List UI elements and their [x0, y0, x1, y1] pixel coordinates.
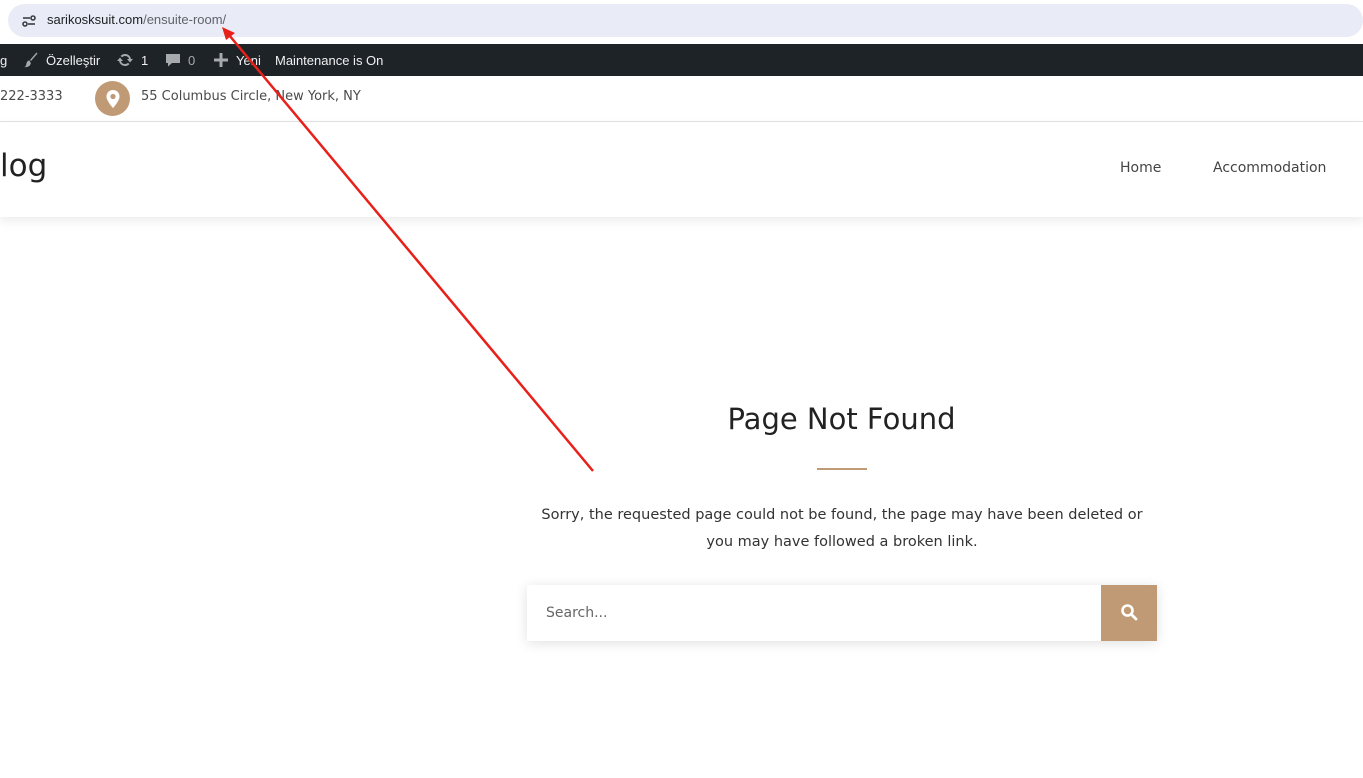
search-button[interactable] — [1101, 585, 1157, 641]
admin-comments[interactable]: 0 — [164, 44, 195, 76]
browser-address-bar: sarikosksuit.com/ensuite-room/ — [0, 0, 1363, 44]
brush-icon — [22, 51, 40, 69]
new-label: Yeni — [236, 52, 261, 68]
url-text: sarikosksuit.com/ensuite-room/ — [47, 12, 226, 27]
site-header: log Home Accommodation — [0, 122, 1363, 217]
updates-count: 1 — [141, 52, 149, 68]
admin-new[interactable]: Yeni — [212, 44, 261, 76]
admin-bar-partial-item[interactable]: g — [0, 44, 7, 76]
admin-maintenance[interactable]: Maintenance is On — [275, 44, 383, 76]
wp-admin-bar: g Özelleştir 1 0 Yeni Maintenance is On — [0, 44, 1363, 76]
not-found-message: Sorry, the requested page could not be f… — [541, 507, 1143, 550]
search-input[interactable] — [527, 585, 1101, 641]
updates-icon — [115, 51, 135, 69]
address-text: 55 Columbus Circle, New York, NY — [141, 89, 361, 104]
url-field[interactable]: sarikosksuit.com/ensuite-room/ — [8, 4, 1363, 37]
title-divider — [817, 468, 867, 470]
phone-number: 222-3333 — [0, 89, 63, 104]
comment-icon — [164, 51, 182, 69]
admin-bar-partial-label: g — [0, 52, 8, 68]
admin-updates[interactable]: 1 — [115, 44, 148, 76]
url-domain: sarikosksuit.com — [47, 12, 144, 27]
customize-label: Özelleştir — [46, 52, 101, 68]
search-icon — [1120, 603, 1138, 624]
admin-customize[interactable]: Özelleştir — [22, 44, 100, 76]
comments-count: 0 — [188, 52, 196, 68]
url-path: /ensuite-room/ — [143, 12, 227, 27]
plus-icon — [212, 51, 230, 69]
search-form — [527, 585, 1157, 641]
maintenance-label: Maintenance is On — [275, 52, 384, 68]
nav-accommodation[interactable]: Accommodation — [1213, 160, 1326, 176]
location-pin-icon — [95, 81, 130, 116]
site-logo[interactable]: log — [0, 148, 47, 184]
top-contact-bar: 222-3333 55 Columbus Circle, New York, N… — [0, 76, 1363, 122]
page-title: Page Not Found — [727, 402, 956, 436]
site-info-icon[interactable] — [20, 12, 38, 30]
nav-home[interactable]: Home — [1120, 160, 1161, 176]
